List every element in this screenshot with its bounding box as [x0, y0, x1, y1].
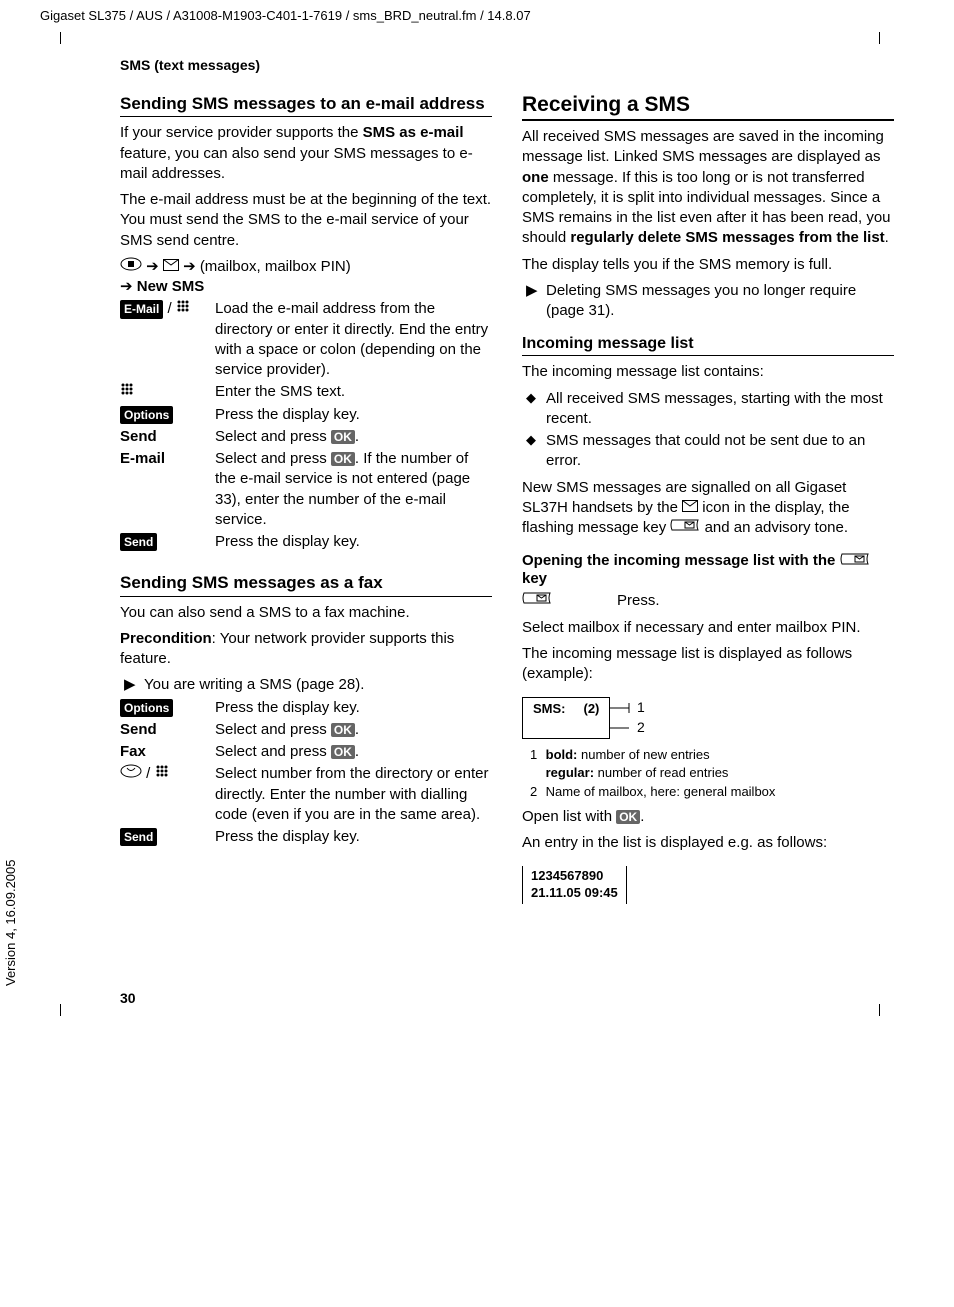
step-row: Send Press the display key. [120, 827, 492, 847]
send-softkey: Send [120, 533, 157, 551]
paragraph: All received SMS messages are saved in t… [522, 127, 894, 249]
heading-send-email: Sending SMS messages to an e-mail addres… [120, 93, 492, 117]
control-key-icon [120, 764, 142, 784]
callout-2: 2 [637, 719, 645, 735]
keypad-icon [176, 299, 190, 319]
keypad-icon [155, 764, 169, 784]
bullet: ▶You are writing a SMS (page 28). [124, 675, 492, 695]
paragraph: The incoming message list is displayed a… [522, 644, 894, 685]
send-softkey: Send [120, 828, 157, 846]
paragraph: The e-mail address must be at the beginn… [120, 190, 492, 251]
paragraph: The incoming message list contains: [522, 362, 894, 382]
crop-mark [48, 1004, 61, 1016]
crop-mark [48, 32, 61, 44]
callout-1: 1 [637, 699, 645, 715]
heading-incoming-list: Incoming message list [522, 335, 894, 356]
heading-send-fax: Sending SMS messages as a fax [120, 572, 492, 596]
step-row: Options Press the display key. [120, 405, 492, 425]
ok-key: OK [331, 723, 355, 737]
paragraph: If your service provider supports the SM… [120, 123, 492, 184]
paragraph: The display tells you if the SMS memory … [522, 255, 894, 275]
bullet: ▶Deleting SMS messages you no longer req… [526, 281, 894, 322]
ok-key: OK [616, 810, 640, 824]
message-key-icon [522, 591, 552, 611]
options-softkey: Options [120, 406, 173, 424]
paragraph: New SMS messages are signalled on all Gi… [522, 478, 894, 539]
section-header: SMS (text messages) [120, 57, 894, 73]
header-path: Gigaset SL375 / AUS / A31008-M1903-C401-… [0, 0, 954, 27]
paragraph: An entry in the list is displayed e.g. a… [522, 833, 894, 853]
step-row: Enter the SMS text. [120, 382, 492, 402]
paragraph: Precondition: Your network provider supp… [120, 629, 492, 670]
step-row: Press. [522, 591, 894, 611]
legend: 1 bold: number of new entries [530, 747, 894, 764]
step-row: Options Press the display key. [120, 698, 492, 718]
page-number: 30 [120, 990, 894, 1006]
paragraph: Open list with OK. [522, 807, 894, 827]
email-softkey: E-Mail [120, 300, 163, 318]
bullet: ◆All received SMS messages, starting wit… [526, 389, 894, 430]
envelope-icon [682, 498, 698, 518]
crop-mark [879, 1004, 892, 1016]
envelope-icon [163, 257, 179, 277]
left-column: Sending SMS messages to an e-mail addres… [120, 93, 492, 910]
right-column: Receiving a SMS All received SMS message… [522, 93, 894, 910]
legend: regular: number of read entries [530, 765, 894, 782]
display-example-1: SMS:(2) 1 2 [522, 691, 894, 745]
heading-receiving: Receiving a SMS [522, 93, 894, 121]
step-row: Send Select and press OK. [120, 720, 492, 740]
version-text: Version 4, 16.09.2005 [3, 859, 18, 986]
step-row: / Select number from the directory or en… [120, 764, 492, 825]
step-row: Fax Select and press OK. [120, 742, 492, 762]
step-row: Send Press the display key. [120, 532, 492, 552]
step-row: E-Mail / Load the e-mail address from th… [120, 299, 492, 380]
heading-open-list: Opening the incoming message list with t… [522, 552, 894, 587]
message-key-icon [670, 518, 700, 538]
legend: 2 Name of mailbox, here: general mailbox [530, 784, 894, 801]
crop-mark [879, 32, 892, 44]
display-example-2: 1234567890 21.11.05 09:45 [522, 866, 627, 904]
bullet: ◆SMS messages that could not be sent due… [526, 431, 894, 472]
step-row: E-mail Select and press OK. If the numbe… [120, 449, 492, 530]
nav-sequence: ➔ ➔ (mailbox, mailbox PIN) ➔ New SMS [120, 257, 492, 298]
keypad-icon [120, 382, 134, 402]
ok-key: OK [331, 745, 355, 759]
ok-key: OK [331, 430, 355, 444]
control-key-icon [120, 257, 142, 277]
options-softkey: Options [120, 699, 173, 717]
paragraph: You can also send a SMS to a fax machine… [120, 603, 492, 623]
paragraph: Select mailbox if necessary and enter ma… [522, 618, 894, 638]
step-row: Send Select and press OK. [120, 427, 492, 447]
message-key-icon [840, 552, 870, 570]
ok-key: OK [331, 452, 355, 466]
